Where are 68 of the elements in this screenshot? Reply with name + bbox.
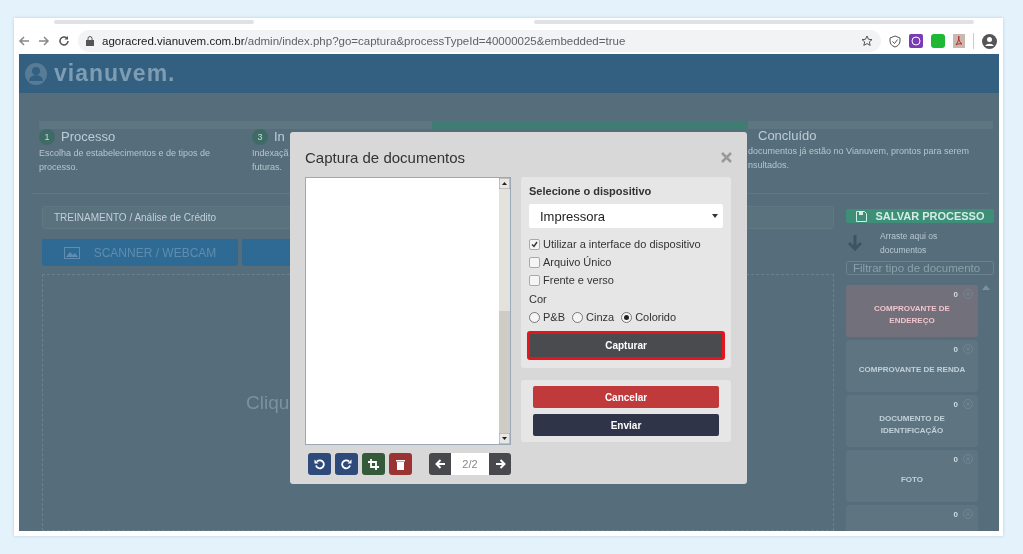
next-page-button[interactable] (489, 453, 511, 475)
left-arrow-icon (434, 459, 446, 469)
rotate-right-icon (341, 458, 352, 470)
logo-text: vianuvem. (54, 60, 176, 87)
step-description: Indexaçã (252, 147, 289, 160)
lock-icon (86, 36, 94, 46)
shield-icon[interactable] (889, 34, 901, 48)
dialog-title: Captura de documentos (305, 148, 466, 166)
send-button[interactable]: Enviar (533, 414, 719, 436)
option-label[interactable]: Arquivo Único (543, 256, 612, 268)
dropdown-caret-icon (712, 214, 718, 218)
checkbox[interactable] (529, 274, 540, 286)
step-title: In (274, 130, 285, 144)
radio-label[interactable]: P&B (543, 311, 565, 323)
scrollbar[interactable] (499, 178, 510, 444)
radio-button[interactable] (572, 311, 583, 323)
scroll-down-icon[interactable] (499, 433, 510, 444)
close-button[interactable] (721, 151, 732, 163)
image-icon (63, 246, 80, 259)
document-type-card[interactable]: 0 COMPROVANTE DE ENDEREÇO (846, 285, 978, 337)
pdf-icon[interactable] (953, 34, 965, 48)
close-icon (721, 151, 732, 163)
device-select[interactable]: Impressora (529, 204, 723, 228)
user-avatar-icon (24, 61, 48, 86)
crop-button[interactable] (362, 453, 385, 475)
step-description: futuras. (252, 161, 282, 174)
profile-icon[interactable] (982, 33, 997, 49)
step-description: documentos já estão no Vianuvem, prontos para serem (748, 145, 969, 158)
step-description: processo. (39, 161, 79, 174)
rotate-left-button[interactable] (308, 453, 331, 475)
capture-button[interactable]: Capturar (529, 333, 723, 358)
page-number-field[interactable]: 2/2 (451, 453, 489, 475)
cancel-button[interactable]: Cancelar (533, 386, 719, 408)
step-description: Escolha de estabelecimentos e de tipos de (39, 147, 211, 160)
star-icon[interactable] (861, 35, 873, 47)
radio-label[interactable]: Colorido (635, 311, 677, 323)
checkbox[interactable] (529, 238, 540, 250)
forward-arrow-icon[interactable] (38, 35, 50, 47)
device-label: Selecione o dispositivo (529, 185, 653, 197)
rotate-right-button[interactable] (335, 453, 358, 475)
radio-button[interactable] (529, 311, 540, 323)
document-type-card[interactable]: 0 (846, 505, 978, 531)
step-title: Processo (61, 130, 116, 144)
crop-icon (368, 458, 379, 470)
document-type-card[interactable]: 0 DOCUMENTO DE IDENTIFICAÇÃO (846, 395, 978, 447)
previous-page-button[interactable] (429, 453, 451, 475)
document-type-card[interactable]: 0 COMPROVANTE DE RENDA (846, 340, 978, 392)
rotate-left-icon (314, 458, 325, 470)
step-description: nsultados. (748, 159, 790, 172)
scroll-up-icon[interactable] (499, 178, 510, 189)
down-arrow-icon (848, 235, 862, 251)
step-number: 1 (39, 129, 55, 145)
option-label[interactable]: Utilizar a interface do dispositivo (543, 238, 701, 250)
delete-button[interactable] (389, 453, 412, 475)
extension-icon[interactable] (909, 34, 923, 48)
step-title: Concluído (758, 129, 817, 143)
trash-icon (396, 458, 405, 470)
drop-hint: Arraste aqui os documentos (880, 230, 939, 257)
step-number: 3 (252, 129, 268, 145)
back-arrow-icon[interactable] (18, 35, 30, 47)
option-label[interactable]: Frente e verso (543, 274, 614, 286)
radio-button[interactable] (621, 311, 633, 323)
radio-label[interactable]: Cinza (586, 311, 615, 323)
color-label: Cor (529, 293, 548, 305)
document-type-card[interactable]: 0 FOTO (846, 450, 978, 502)
checkbox[interactable] (529, 256, 540, 268)
right-arrow-icon (494, 459, 506, 469)
reload-icon[interactable] (58, 35, 70, 47)
